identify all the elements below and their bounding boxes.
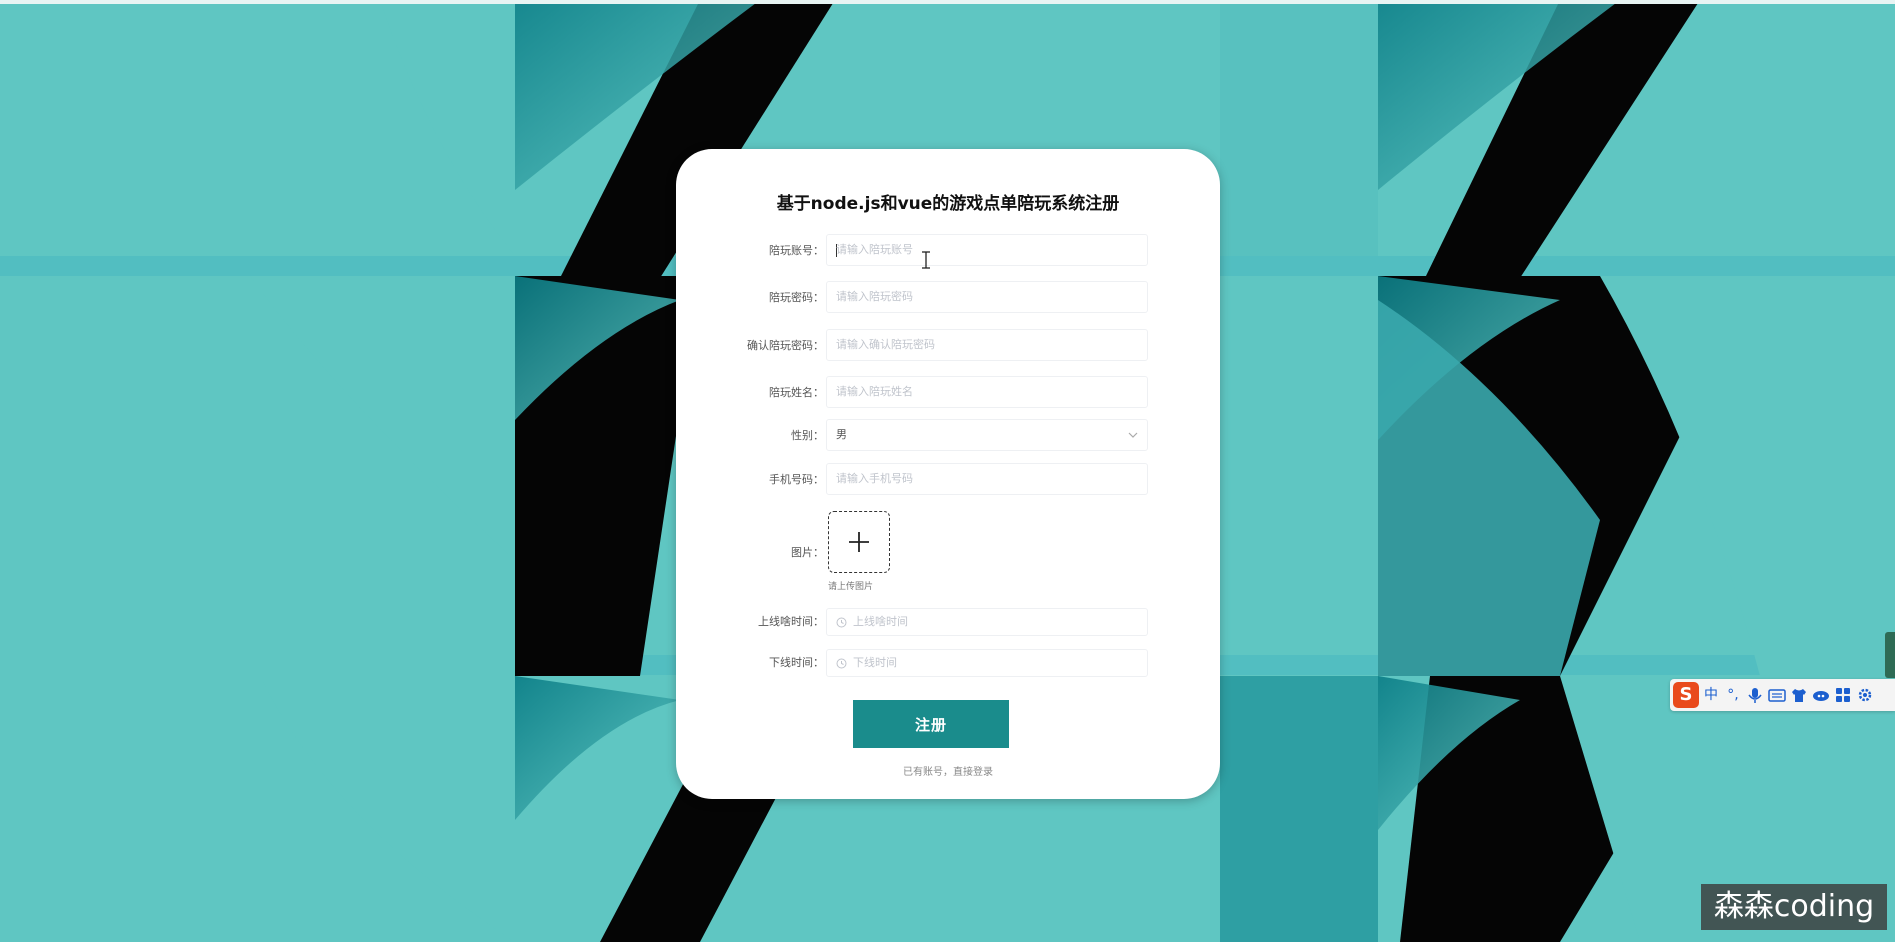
chevron-down-icon bbox=[1128, 432, 1138, 438]
image-label: 图片： bbox=[791, 546, 824, 559]
page-title: 基于node.js和vue的游戏点单陪玩系统注册 bbox=[776, 194, 1120, 214]
gender-value: 男 bbox=[836, 428, 847, 441]
password-placeholder: 请输入陪玩密码 bbox=[836, 290, 913, 303]
phone-input[interactable]: 请输入手机号码 bbox=[826, 463, 1148, 495]
gender-label: 性别： bbox=[791, 429, 824, 442]
account-input[interactable]: 请输入陪玩账号 bbox=[826, 234, 1148, 266]
offline-time-picker[interactable]: 下线时间 bbox=[826, 649, 1148, 677]
ime-mode-toggle[interactable]: 中 bbox=[1701, 685, 1721, 705]
online-time-picker[interactable]: 上线啥时间 bbox=[826, 608, 1148, 636]
form-row-gender: 性别： 男 bbox=[676, 419, 1220, 453]
account-placeholder: 请输入陪玩账号 bbox=[836, 243, 913, 256]
name-label: 陪玩姓名： bbox=[769, 386, 824, 399]
confirm-password-label: 确认陪玩密码： bbox=[747, 339, 824, 352]
upload-hint: 请上传图片 bbox=[828, 582, 874, 592]
form-row-online-time: 上线啥时间： 上线啥时间 bbox=[676, 605, 1220, 639]
ime-logo[interactable]: S bbox=[1673, 682, 1699, 708]
online-time-placeholder: 上线啥时间 bbox=[853, 615, 908, 628]
side-widget[interactable] bbox=[1885, 632, 1895, 678]
confirm-password-placeholder: 请输入确认陪玩密码 bbox=[836, 338, 935, 351]
form-row-confirm-password: 确认陪玩密码： 请输入确认陪玩密码 bbox=[676, 329, 1220, 363]
apps-icon[interactable] bbox=[1833, 685, 1853, 705]
gender-select[interactable]: 男 bbox=[826, 419, 1148, 451]
shirt-icon[interactable] bbox=[1789, 685, 1809, 705]
login-link[interactable]: 已有账号，直接登录 bbox=[676, 763, 1220, 778]
form-row-offline-time: 下线时间： 下线时间 bbox=[676, 646, 1220, 680]
clock-icon bbox=[836, 617, 847, 628]
phone-label: 手机号码： bbox=[769, 473, 824, 486]
cloud-icon[interactable] bbox=[1811, 685, 1831, 705]
online-time-label: 上线啥时间： bbox=[758, 615, 824, 628]
account-label: 陪玩账号： bbox=[769, 244, 824, 257]
form-row-account: 陪玩账号： 请输入陪玩账号 bbox=[676, 234, 1220, 268]
offline-time-label: 下线时间： bbox=[769, 656, 824, 669]
image-upload-button[interactable] bbox=[828, 511, 890, 573]
confirm-password-input[interactable]: 请输入确认陪玩密码 bbox=[826, 329, 1148, 361]
top-border bbox=[0, 0, 1895, 4]
plus-icon bbox=[849, 532, 869, 552]
form-row-image: 图片： bbox=[676, 536, 1220, 570]
offline-time-placeholder: 下线时间 bbox=[853, 656, 897, 669]
text-cursor-icon bbox=[922, 251, 930, 269]
ime-punctuation-toggle[interactable]: °, bbox=[1723, 685, 1743, 705]
keyboard-icon[interactable] bbox=[1767, 685, 1787, 705]
password-label: 陪玩密码： bbox=[769, 291, 824, 304]
register-card: 基于node.js和vue的游戏点单陪玩系统注册 陪玩账号： 请输入陪玩账号 陪… bbox=[676, 149, 1220, 799]
name-input[interactable]: 请输入陪玩姓名 bbox=[826, 376, 1148, 408]
settings-icon[interactable] bbox=[1855, 685, 1875, 705]
form-row-password: 陪玩密码： 请输入陪玩密码 bbox=[676, 281, 1220, 315]
name-placeholder: 请输入陪玩姓名 bbox=[836, 385, 913, 398]
ime-toolbar: S 中 °, bbox=[1670, 679, 1895, 711]
phone-placeholder: 请输入手机号码 bbox=[836, 472, 913, 485]
password-input[interactable]: 请输入陪玩密码 bbox=[826, 281, 1148, 313]
page-background: 基于node.js和vue的游戏点单陪玩系统注册 陪玩账号： 请输入陪玩账号 陪… bbox=[0, 0, 1895, 942]
form-row-name: 陪玩姓名： 请输入陪玩姓名 bbox=[676, 376, 1220, 410]
register-button[interactable]: 注册 bbox=[853, 700, 1009, 748]
clock-icon bbox=[836, 658, 847, 669]
form-row-phone: 手机号码： 请输入手机号码 bbox=[676, 463, 1220, 497]
microphone-icon[interactable] bbox=[1745, 685, 1765, 705]
watermark: 森森coding bbox=[1701, 884, 1887, 930]
